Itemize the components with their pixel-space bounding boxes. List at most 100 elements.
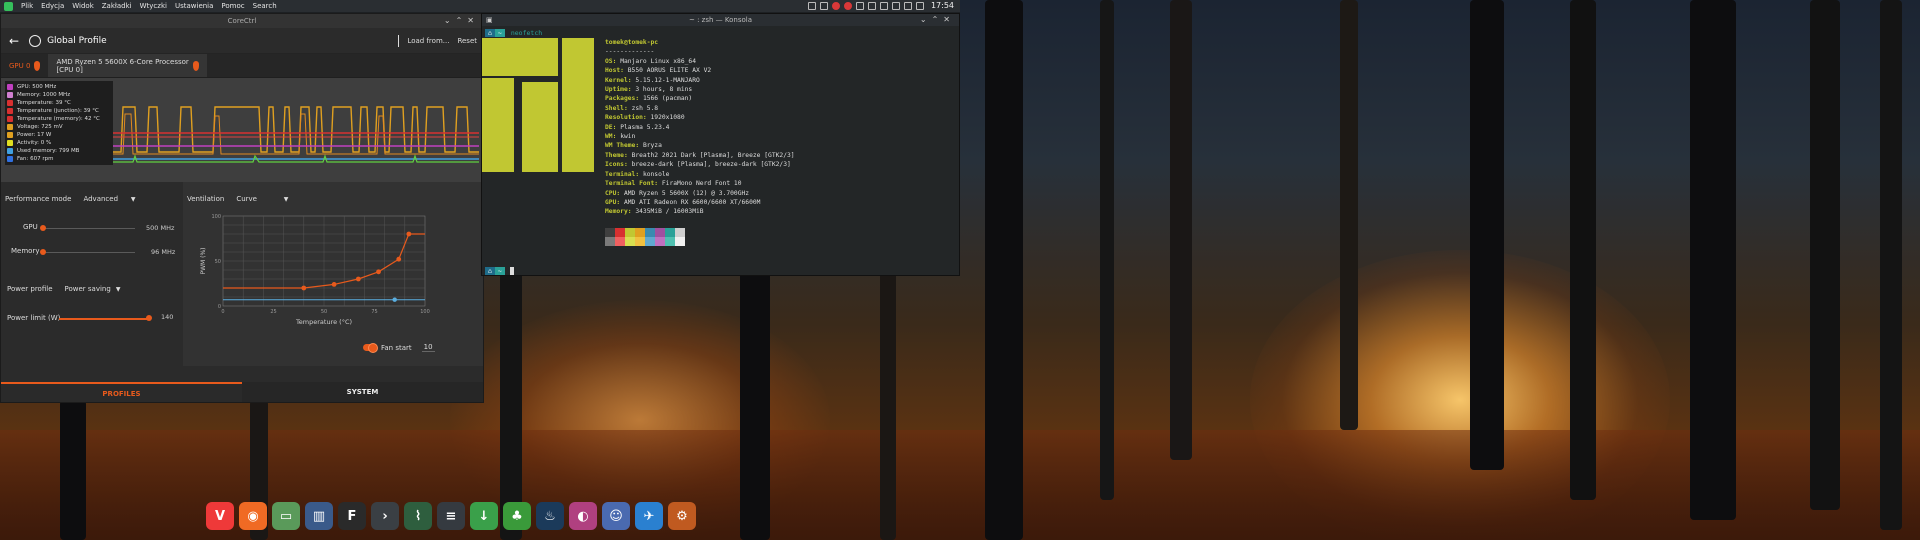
legend-item[interactable]: GPU: 500 MHz [7,83,111,91]
gpu-clock-slider-handle[interactable] [40,225,46,231]
legend-checkbox[interactable] [7,124,13,130]
legend-checkbox[interactable] [7,140,13,146]
clock[interactable]: 17:54 [931,1,954,10]
library-icon[interactable]: ▥ [305,502,333,530]
info-key: Host [605,67,621,75]
tab-gpu[interactable]: GPU 0 [1,54,48,77]
info-line: Terminal Font: FiraMono Nerd Font 10 [605,180,742,188]
leaf-icon[interactable]: ♣ [503,502,531,530]
tree-trunk [740,270,770,540]
fonts-icon[interactable]: F [338,502,366,530]
back-arrow-icon[interactable]: ← [9,34,19,48]
info-line: Resolution: 1920x1080 [605,114,685,122]
reset-button[interactable]: Reset [457,37,477,45]
legend-item[interactable]: Power: 17 W [7,131,111,139]
info-value: 5.15.12-1-MANJARO [635,76,700,84]
fan-curve-chart[interactable]: 1005000 25 50 75 100PWM (%)Temperature (°C) [193,210,453,330]
menu-view[interactable]: Widok [72,2,94,10]
terminal-icon[interactable]: › [371,502,399,530]
legend-item[interactable]: Fan: 607 rpm [7,155,111,163]
legend-checkbox[interactable] [7,156,13,162]
menu-help[interactable]: Pomoc [221,2,244,10]
corectrl-icon[interactable]: ⚙ [668,502,696,530]
expand-tray-icon[interactable] [915,1,924,10]
memory-clock-slider[interactable] [43,252,135,253]
palette-swatch [665,228,675,237]
text-cursor[interactable] [509,267,514,275]
gpu-clock-label: GPU [23,223,38,231]
settings-icon[interactable]: ≡ [437,502,465,530]
legend-item[interactable]: Temperature: 39 °C [7,99,111,107]
legend-checkbox[interactable] [7,108,13,114]
window-titlebar[interactable]: CoreCtrl ⌄⌃✕ [1,14,483,28]
window-controls[interactable]: ⌄⌃✕ [444,14,479,28]
menu-edit[interactable]: Edycja [41,2,64,10]
ventilation-mode-select[interactable]: Curve ▼ [232,192,292,206]
fan-curve-point [396,256,402,262]
info-separator: ------------- [605,48,655,56]
color-icon[interactable]: ◐ [569,502,597,530]
update-icon[interactable] [843,1,852,10]
prompt-home-icon: ⌂ [485,29,495,37]
volume-icon[interactable] [903,1,912,10]
tab-profiles[interactable]: PROFILES [1,382,242,402]
disk-icon[interactable] [867,1,876,10]
legend-checkbox[interactable] [7,116,13,122]
info-line: DE: Plasma 5.23.4 [605,123,670,131]
legend-checkbox[interactable] [7,148,13,154]
power-profile-select[interactable]: Power saving ▼ [61,282,125,296]
legend-item[interactable]: Used memory: 799 MB [7,147,111,155]
notes-icon[interactable] [819,1,828,10]
gpu-clock-slider[interactable] [43,228,135,229]
files-icon[interactable]: ▭ [272,502,300,530]
tree-trunk [1470,0,1504,470]
tab-cpu[interactable]: AMD Ryzen 5 5600X 6-Core Processor [CPU … [48,54,207,77]
legend-checkbox[interactable] [7,84,13,90]
fan-start-toggle[interactable] [363,343,378,353]
legend-checkbox[interactable] [7,92,13,98]
legend-checkbox[interactable] [7,100,13,106]
firefox-icon[interactable]: ◉ [239,502,267,530]
tab-system[interactable]: SYSTEM [242,382,483,402]
power-profile-label: Power profile [7,285,53,293]
system-monitor-icon[interactable]: ⌇ [404,502,432,530]
menu-settings[interactable]: Ustawienia [175,2,213,10]
terminal-prompt-active: ⌂ ~ [485,267,514,275]
steam-icon[interactable]: ♨ [536,502,564,530]
record-icon[interactable] [831,1,840,10]
battery-icon[interactable] [879,1,888,10]
legend-checkbox[interactable] [7,132,13,138]
game-icon[interactable]: ☺ [602,502,630,530]
application-launcher-icon[interactable] [4,1,13,11]
legend-item[interactable]: Temperature (junction): 39 °C [7,107,111,115]
window-titlebar[interactable]: ▣ ~ : zsh — Konsola ⌄⌃✕ [482,14,959,26]
info-line: Uptime: 3 hours, 8 mins [605,86,693,94]
memory-clock-slider-handle[interactable] [40,249,46,255]
menu-file[interactable]: Plik [21,2,33,10]
menu-search[interactable]: Search [253,2,277,10]
clipboard-icon[interactable] [807,1,816,10]
download-icon[interactable]: ↓ [470,502,498,530]
terminal-prompt: ⌂ ~ neofetch [485,29,542,37]
menu-bookmarks[interactable]: Zakładki [102,2,132,10]
y-tick-label: 50 [215,259,221,265]
load-from-button[interactable]: Load from... [407,37,449,45]
legend-item[interactable]: Temperature (memory): 42 °C [7,115,111,123]
fan-start-value[interactable]: 10 [421,343,435,352]
power-limit-slider-fill [59,318,149,320]
user-host: tomek@tomek-pc [605,39,659,46]
network-icon[interactable] [891,1,900,10]
power-limit-value[interactable]: 140 [161,313,173,321]
power-limit-slider-handle[interactable] [146,315,152,321]
media-icon[interactable] [855,1,864,10]
legend-item[interactable]: Memory: 1000 MHz [7,91,111,99]
window-controls[interactable]: ⌄⌃✕ [920,14,955,26]
legend-item[interactable]: Activity: 0 % [7,139,111,147]
performance-mode-select[interactable]: Advanced ▼ [79,192,139,206]
info-value: B550 AORUS ELITE AX V2 [627,67,712,75]
menu-plugins[interactable]: Wtyczki [140,2,167,10]
system-tray: 17:54 [807,1,954,10]
legend-item[interactable]: Voltage: 725 mV [7,123,111,131]
plane-icon[interactable]: ✈ [635,502,663,530]
vivaldi-icon[interactable]: V [206,502,234,530]
